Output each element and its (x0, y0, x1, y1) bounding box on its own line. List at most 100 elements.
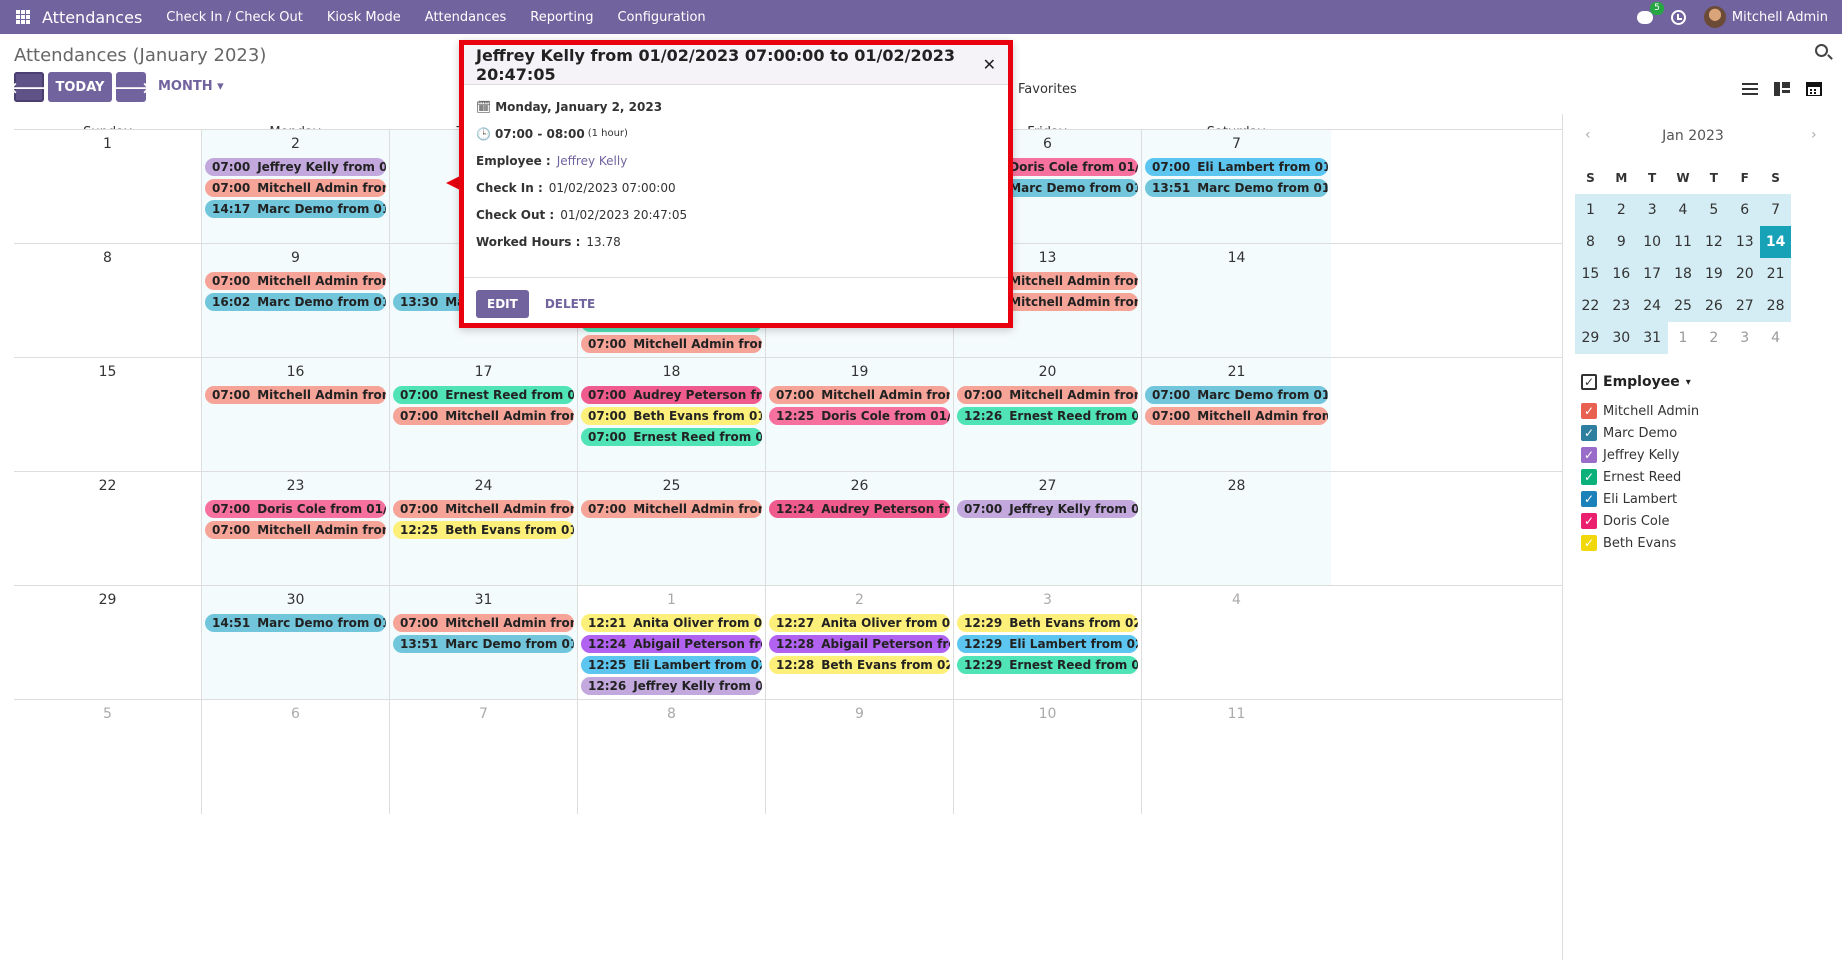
mini-day[interactable]: 23 (1605, 290, 1637, 322)
checkbox-icon[interactable]: ✓ (1581, 535, 1597, 551)
day-cell[interactable]: 28 (1141, 472, 1331, 586)
menu-kiosk-mode[interactable]: Kiosk Mode (327, 10, 401, 25)
user-menu[interactable]: Mitchell Admin (1703, 6, 1828, 28)
employee-link[interactable]: Jeffrey Kelly (557, 154, 628, 168)
day-cell[interactable]: 2 07:00 Jeffrey Kelly from 01/02/2023 07:0… (201, 130, 389, 244)
day-cell[interactable]: 20 07:00 Mitchell Admin from 01/20/2023 07… (953, 358, 1141, 472)
calendar-event[interactable]: 12:27 Anita Oliver from 02/02/2023 12:27:… (769, 614, 950, 632)
mini-day[interactable]: 31 (1636, 322, 1668, 354)
calendar-event[interactable]: 13:51 Marc Demo from 01/07/2023 13:51:00 (1145, 179, 1328, 197)
day-cell[interactable]: 15 (14, 358, 201, 472)
kanban-view-icon[interactable] (1774, 82, 1790, 96)
calendar-view-icon[interactable] (1806, 82, 1822, 96)
mini-day[interactable]: 15 (1575, 258, 1606, 290)
mini-day[interactable]: 11 (1667, 226, 1699, 258)
menu-configuration[interactable]: Configuration (617, 10, 705, 25)
day-cell[interactable]: 19 07:00 Mitchell Admin from 01/19/2023 07… (765, 358, 953, 472)
mini-day[interactable]: 29 (1575, 322, 1606, 354)
mini-day[interactable]: 3 (1636, 194, 1668, 226)
calendar-event[interactable]: 12:29 Eli Lambert from 02/03/2023 12:29:0… (957, 635, 1138, 653)
search-icon[interactable] (1815, 44, 1828, 57)
mini-day[interactable]: 1 (1668, 322, 1699, 354)
mini-day[interactable]: 18 (1667, 258, 1699, 290)
mini-day[interactable]: 5 (1698, 194, 1730, 226)
calendar-event[interactable]: 12:25 Doris Cole from 01/19/2023 12:25:00 (769, 407, 950, 425)
calendar-event[interactable]: 12:28 Beth Evans from 02/02/2023 12:28:00 (769, 656, 950, 674)
mini-day[interactable]: 25 (1667, 290, 1699, 322)
day-cell[interactable]: 29 (14, 586, 201, 700)
day-cell[interactable]: 8 (14, 244, 201, 358)
chat-icon[interactable]: 5 (1636, 1, 1664, 24)
calendar-event[interactable]: 07:00 Mitchell Admin from 01/31/2023 07:0… (393, 614, 574, 632)
activity-clock-icon[interactable] (1670, 9, 1686, 25)
checkbox-icon[interactable]: ✓ (1581, 513, 1597, 529)
mini-day[interactable]: 13 (1729, 226, 1761, 258)
calendar-event[interactable]: 12:28 Abigail Peterson from 02/02/2023 12… (769, 635, 950, 653)
day-cell[interactable]: 7 07:00 Eli Lambert from 01/07/2023 07:00:… (1141, 130, 1331, 244)
mini-day[interactable]: 8 (1575, 226, 1606, 258)
mini-day[interactable]: 2 (1605, 194, 1637, 226)
employee-filter-item[interactable]: ✓ Jeffrey Kelly (1581, 444, 1710, 466)
mini-next-icon[interactable]: › (1811, 127, 1817, 143)
day-cell[interactable]: 25 07:00 Mitchell Admin from 01/25/2023 07… (577, 472, 765, 586)
delete-button[interactable]: DELETE (545, 297, 595, 311)
calendar-event[interactable]: 07:00 Mitchell Admin from 01/17/2023 07:0… (393, 407, 574, 425)
calendar-event[interactable]: 07:00 Ernest Reed from 01/18/2023 07:00:0… (581, 428, 762, 446)
mini-day[interactable]: 7 (1760, 194, 1792, 226)
next-button[interactable]: 🡒 (111, 72, 151, 102)
mini-day[interactable]: 2 (1698, 322, 1729, 354)
mini-day[interactable]: 4 (1760, 322, 1791, 354)
employee-filter-item[interactable]: ✓ Beth Evans (1581, 532, 1710, 554)
calendar-event[interactable]: 13:51 Marc Demo from 01/31/2023 13:51:00 (393, 635, 574, 653)
day-cell[interactable]: 30 14:51 Marc Demo from 01/30/2023 14:51:0… (201, 586, 389, 700)
calendar-event[interactable]: 07:00 Mitchell Admin from 01/02/2023 07:0… (205, 179, 386, 197)
calendar-event[interactable]: 07:00 Mitchell Admin from 01/11/2023 07:0… (581, 335, 762, 353)
mini-day[interactable]: 24 (1636, 290, 1668, 322)
day-cell[interactable]: 3 12:29 Beth Evans from 02/03/2023 12:29:0… (953, 586, 1141, 700)
mini-day[interactable]: 26 (1698, 290, 1730, 322)
calendar-event[interactable]: 12:26 Jeffrey Kelly from 02/01/2023 12:26… (581, 677, 762, 695)
calendar-event[interactable]: 16:02 Marc Demo from 01/09/2023 16:02:00 (205, 293, 386, 311)
employee-filter-item[interactable]: ✓ Ernest Reed (1581, 466, 1710, 488)
day-cell[interactable]: 14 (1141, 244, 1331, 358)
mini-day[interactable]: 30 (1605, 322, 1637, 354)
mini-day[interactable]: 27 (1729, 290, 1761, 322)
employee-filter-heading[interactable]: ✓ Employee ▾ (1581, 374, 1691, 390)
day-cell[interactable]: 18 07:00 Audrey Peterson from 01/18/2023 0… (577, 358, 765, 472)
day-cell[interactable]: 24 07:00 Mitchell Admin from 01/24/2023 07… (389, 472, 577, 586)
day-cell[interactable]: 27 07:00 Jeffrey Kelly from 01/27/2023 07:… (953, 472, 1141, 586)
calendar-event[interactable]: 07:00 Beth Evans from 01/18/2023 07:00:00 (581, 407, 762, 425)
calendar-event[interactable]: 07:00 Mitchell Admin from 01/23/2023 07:0… (205, 521, 386, 539)
day-cell[interactable]: 5 (14, 700, 201, 814)
day-cell[interactable]: 2 12:27 Anita Oliver from 02/02/2023 12:27… (765, 586, 953, 700)
mini-day[interactable]: 19 (1698, 258, 1730, 290)
checkbox-icon[interactable]: ✓ (1581, 469, 1597, 485)
mini-day[interactable]: 1 (1575, 194, 1606, 226)
calendar-event[interactable]: 12:29 Beth Evans from 02/03/2023 12:29:00 (957, 614, 1138, 632)
menu-reporting[interactable]: Reporting (530, 10, 593, 25)
day-cell[interactable]: 6 (201, 700, 389, 814)
calendar-event[interactable]: 12:25 Beth Evans from 01/24/2023 12:25:00 (393, 521, 574, 539)
previous-button[interactable]: 🡐 (9, 72, 49, 102)
day-cell[interactable]: 1 (14, 130, 201, 244)
calendar-event[interactable]: 12:21 Anita Oliver from 02/01/2023 12:21:… (581, 614, 762, 632)
day-cell[interactable]: 4 (1141, 586, 1331, 700)
mini-day[interactable]: 28 (1760, 290, 1792, 322)
calendar-event[interactable]: 12:26 Ernest Reed from 01/20/2023 12:26:0… (957, 407, 1138, 425)
calendar-event[interactable]: 07:00 Mitchell Admin from 01/19/2023 07:0… (769, 386, 950, 404)
mini-day[interactable]: 20 (1729, 258, 1761, 290)
day-cell[interactable]: 31 07:00 Mitchell Admin from 01/31/2023 07… (389, 586, 577, 700)
checkbox-icon[interactable]: ✓ (1581, 447, 1597, 463)
day-cell[interactable]: 23 07:00 Doris Cole from 01/23/2023 07:00:… (201, 472, 389, 586)
calendar-event[interactable]: 12:25 Eli Lambert from 02/01/2023 12:25:0… (581, 656, 762, 674)
employee-filter-item[interactable]: ✓ Eli Lambert (1581, 488, 1710, 510)
calendar-event[interactable]: 07:00 Marc Demo from 01/21/2023 07:00:00 (1145, 386, 1328, 404)
calendar-event[interactable]: 07:00 Eli Lambert from 01/07/2023 07:00:0… (1145, 158, 1328, 176)
employee-filter-item[interactable]: ✓ Doris Cole (1581, 510, 1710, 532)
apps-menu-icon[interactable] (16, 10, 30, 24)
employee-filter-item[interactable]: ✓ Mitchell Admin (1581, 400, 1710, 422)
mini-day[interactable]: 14 (1760, 226, 1792, 258)
list-view-icon[interactable] (1742, 82, 1758, 96)
day-cell[interactable]: 11 (1141, 700, 1331, 814)
calendar-event[interactable]: 07:00 Mitchell Admin from 01/20/2023 07:0… (957, 386, 1138, 404)
